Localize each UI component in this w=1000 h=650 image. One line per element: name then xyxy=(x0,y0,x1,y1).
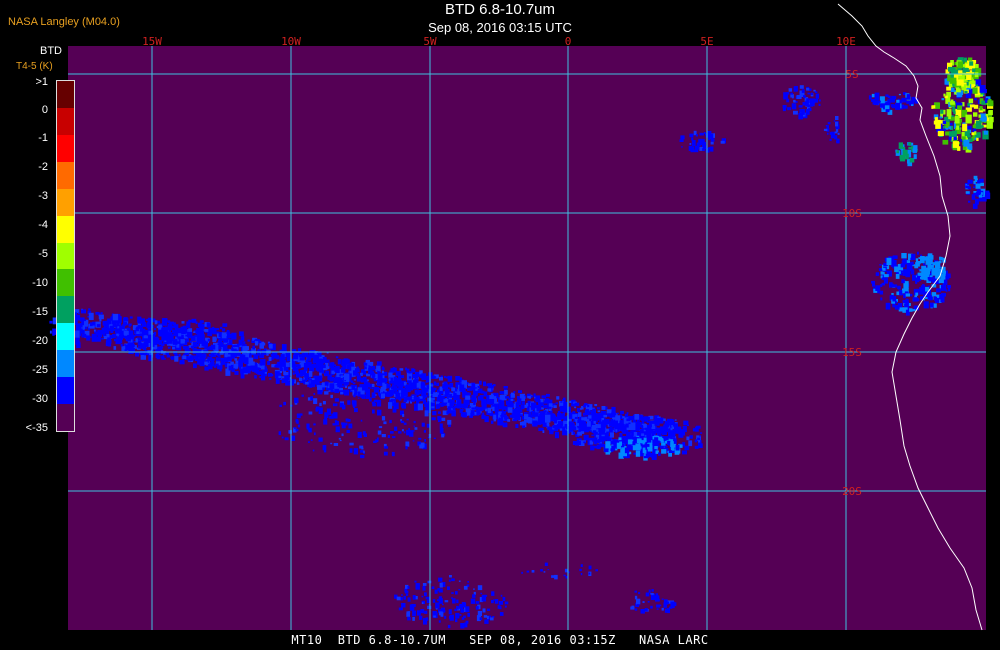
color-bar-label: -1 xyxy=(38,132,48,144)
color-bar-segment xyxy=(57,134,74,163)
color-bar-label: -30 xyxy=(32,393,48,405)
color-bar-label: -2 xyxy=(38,161,48,173)
longitude-label: 5E xyxy=(700,35,713,48)
color-bar-segment xyxy=(57,350,74,378)
color-bar-label: -25 xyxy=(32,364,48,376)
color-bar-segment xyxy=(57,215,74,244)
latitude-label: 10S xyxy=(842,207,862,220)
color-bar-label: -15 xyxy=(32,306,48,318)
longitude-label: 15W xyxy=(142,35,162,48)
satellite-map: 15W 10W 5W 0 5E 10E 5S 10S 15S 20S xyxy=(49,3,994,631)
color-bar-label: -20 xyxy=(32,335,48,347)
color-bar-label: -3 xyxy=(38,190,48,202)
color-bar-segment xyxy=(57,188,74,217)
color-bar-label: -5 xyxy=(38,248,48,260)
longitude-label: 10E xyxy=(836,35,856,48)
color-bar-segment xyxy=(57,323,74,351)
color-bar xyxy=(56,80,75,432)
latitude-label: 5S xyxy=(845,68,858,81)
timestamp: Sep 08, 2016 03:15 UTC xyxy=(428,20,572,35)
color-bar-segment xyxy=(57,161,74,190)
color-bar-segment xyxy=(57,107,74,136)
color-bar-segment xyxy=(57,377,74,405)
latitude-label: 20S xyxy=(842,485,862,498)
longitude-label: 5W xyxy=(423,35,437,48)
longitude-label: 0 xyxy=(565,35,572,48)
color-bar-label: 0 xyxy=(41,104,48,116)
color-bar-segment xyxy=(57,296,74,324)
legend-title: BTD xyxy=(40,45,62,57)
color-bar-label: <-35 xyxy=(25,422,48,434)
footer-caption: MT10 BTD 6.8-10.7UM SEP 08, 2016 03:15Z … xyxy=(291,633,709,647)
color-bar-segment xyxy=(57,404,74,432)
color-bar-segment xyxy=(57,242,74,270)
color-bar-segment xyxy=(57,81,74,109)
legend-subtitle: T4-5 (K) xyxy=(16,61,53,72)
color-bar-label: -4 xyxy=(38,219,48,231)
color-bar-segment xyxy=(57,269,74,297)
page-title: BTD 6.8-10.7um xyxy=(444,1,556,18)
latitude-label: 15S xyxy=(842,346,862,359)
longitude-label: 10W xyxy=(281,35,301,48)
color-bar-label: -10 xyxy=(32,277,48,289)
color-bar-label: >1 xyxy=(35,76,48,88)
